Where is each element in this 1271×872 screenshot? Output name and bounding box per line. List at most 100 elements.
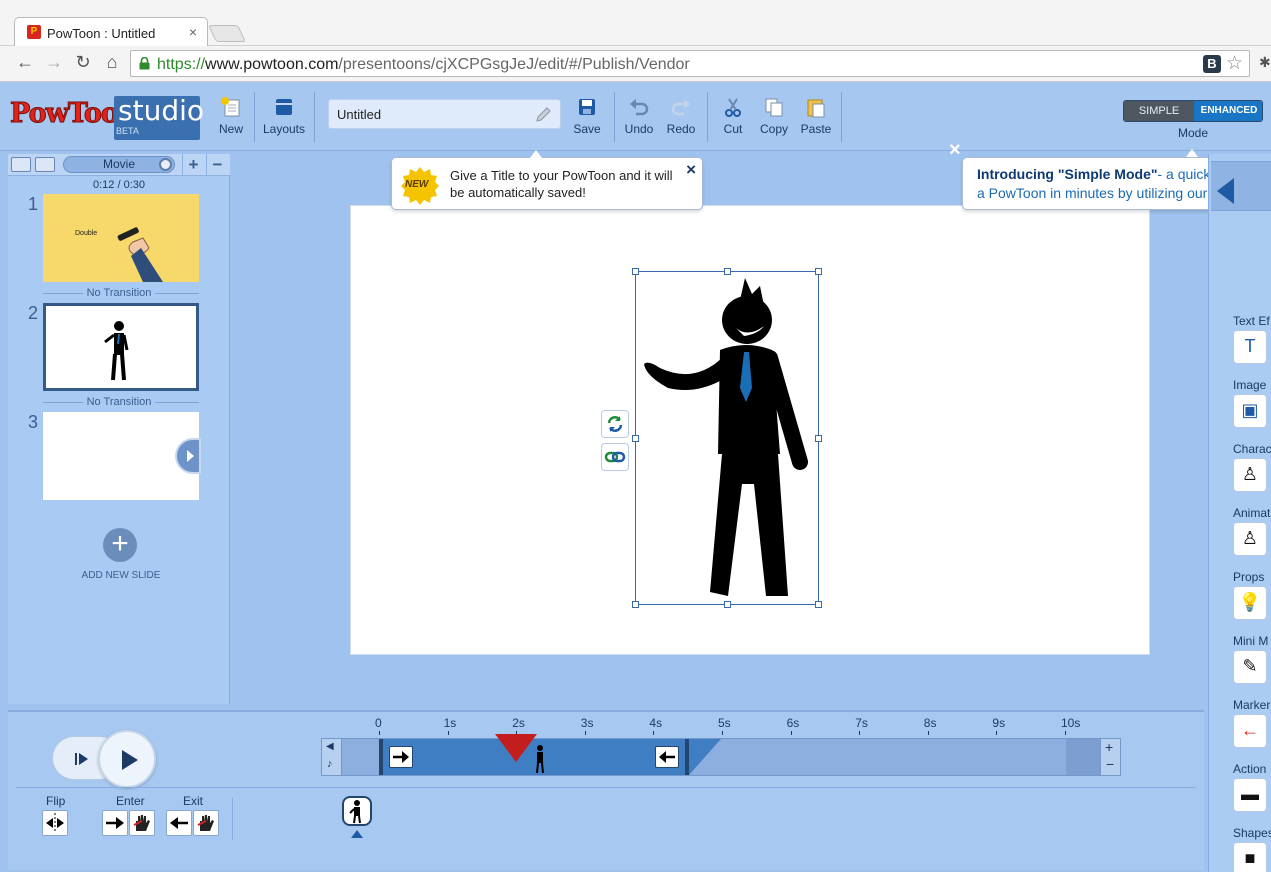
- timeline-tick-label: 6s: [786, 716, 800, 730]
- powtoon-title-field[interactable]: Untitled: [328, 99, 561, 129]
- enter-marker-button[interactable]: [389, 746, 413, 768]
- mini-movies-category-button[interactable]: ✎: [1233, 650, 1267, 684]
- timeline-tick: [447, 731, 449, 735]
- expand-right-icon: [187, 450, 194, 462]
- characters-category-button[interactable]: ♙: [1233, 458, 1267, 492]
- actions-category-button[interactable]: ▬: [1233, 778, 1267, 812]
- resize-handle[interactable]: [815, 435, 822, 442]
- slide-transition-1[interactable]: No Transition: [8, 287, 230, 299]
- enter-hand-button[interactable]: [129, 810, 155, 836]
- tab-close-icon[interactable]: ×: [189, 24, 197, 40]
- slide-thumbnail-1[interactable]: Double: [43, 194, 199, 282]
- businessman-character-icon: [104, 321, 129, 381]
- undo-button[interactable]: Undo: [622, 96, 656, 136]
- cut-button[interactable]: Cut: [718, 96, 748, 136]
- close-simple-mode-tip-icon[interactable]: ×: [949, 139, 961, 162]
- exit-marker-button[interactable]: [655, 746, 679, 768]
- movie-toggle[interactable]: Movie: [63, 156, 175, 173]
- swap-object-button[interactable]: [601, 410, 629, 438]
- library-category-label: Text Ef: [1233, 314, 1270, 328]
- props-icon: 💡: [1238, 592, 1262, 612]
- view-single-icon[interactable]: [11, 157, 31, 172]
- timeline-tick: [927, 731, 929, 735]
- arrow-right-icon: [106, 817, 124, 829]
- mode-simple-button[interactable]: SIMPLE: [1124, 101, 1194, 121]
- play-button[interactable]: [98, 730, 156, 788]
- timeline-tick-label: 2s: [512, 716, 525, 730]
- copy-button[interactable]: Copy: [758, 96, 790, 136]
- add-slide-label[interactable]: ADD NEW SLIDE: [8, 570, 234, 581]
- flip-button[interactable]: [42, 810, 68, 836]
- undo-icon: [630, 99, 649, 116]
- exit-hand-button[interactable]: [193, 810, 219, 836]
- playhead-marker[interactable]: [495, 734, 537, 762]
- resize-handle[interactable]: [632, 435, 639, 442]
- characters-icon: ♙: [1241, 464, 1259, 484]
- collapse-left-icon[interactable]: [1217, 178, 1234, 204]
- clip-fade: [689, 739, 721, 775]
- resize-handle[interactable]: [724, 268, 731, 275]
- resize-handle[interactable]: [632, 268, 639, 275]
- layouts-button[interactable]: Layouts: [262, 96, 306, 136]
- markers-category-button[interactable]: ←: [1233, 714, 1267, 748]
- reload-icon[interactable]: ↻: [72, 52, 94, 73]
- slide-thumbnail-2-selected[interactable]: [43, 303, 199, 391]
- slide-options-toggle[interactable]: [175, 438, 201, 474]
- animated-category-button[interactable]: ♙: [1233, 522, 1267, 556]
- volume-icon[interactable]: ◀: [326, 741, 334, 752]
- link-object-button[interactable]: [601, 443, 629, 471]
- exit-effect-button[interactable]: [166, 810, 192, 836]
- images-icon: ▣: [1241, 400, 1259, 420]
- timeline-zoom-in-button[interactable]: +: [1105, 739, 1113, 755]
- back-icon[interactable]: ←: [14, 52, 36, 73]
- arrow-left-icon: [659, 751, 675, 763]
- resize-handle[interactable]: [815, 268, 822, 275]
- new-button[interactable]: New: [215, 96, 247, 136]
- close-tip-icon[interactable]: ×: [686, 160, 696, 180]
- powtoon-app: PowToon studio BETA New Layouts Untitled…: [0, 82, 1271, 872]
- enter-effect-button[interactable]: [102, 810, 128, 836]
- save-button[interactable]: Save: [572, 96, 602, 136]
- new-tab-button[interactable]: [208, 25, 246, 42]
- text-effects-category-button[interactable]: T: [1233, 330, 1267, 364]
- music-note-icon[interactable]: ♪: [327, 758, 333, 770]
- library-panel-header: [1211, 161, 1271, 211]
- extension-icon[interactable]: ✱: [1259, 54, 1271, 72]
- address-bar[interactable]: https://www.powtoon.com/presentoons/cjXC…: [130, 50, 1250, 77]
- add-slide-button[interactable]: +: [103, 528, 137, 562]
- timeline-end-region: [1066, 739, 1101, 775]
- redo-button[interactable]: Redo: [664, 96, 698, 136]
- hand-icon: [197, 815, 214, 831]
- pencil-icon[interactable]: [534, 106, 552, 124]
- url-text: https://www.powtoon.com/presentoons/cjXC…: [157, 56, 690, 73]
- props-category-button[interactable]: 💡: [1233, 586, 1267, 620]
- library-category-label: Image: [1233, 378, 1267, 392]
- timeline-zoom-out-button[interactable]: −: [1106, 756, 1114, 772]
- bookmark-star-icon[interactable]: ☆: [1226, 52, 1243, 75]
- slide-transition-2[interactable]: No Transition: [8, 396, 230, 408]
- timeline-object-thumbnail[interactable]: [342, 796, 372, 826]
- slide-thumbnail-3[interactable]: [43, 412, 201, 500]
- shapes-category-button[interactable]: ■: [1233, 842, 1267, 872]
- extension-b-icon[interactable]: B: [1203, 55, 1221, 73]
- forward-icon[interactable]: →: [43, 52, 65, 73]
- paste-button[interactable]: Paste: [800, 96, 832, 136]
- powtoon-favicon-icon: P: [27, 25, 41, 39]
- browser-tab[interactable]: P PowToon : Untitled ×: [14, 17, 208, 47]
- images-category-button[interactable]: ▣: [1233, 394, 1267, 428]
- shapes-icon: ■: [1244, 848, 1256, 868]
- flip-label: Flip: [46, 794, 66, 808]
- zoom-out-button[interactable]: −: [206, 154, 228, 176]
- powtoon-studio-logo: PowToon studio BETA: [9, 94, 204, 142]
- copy-icon: [765, 98, 783, 117]
- mode-toggle[interactable]: SIMPLE ENHANCED: [1123, 100, 1263, 122]
- resize-handle[interactable]: [632, 601, 639, 608]
- home-icon[interactable]: ⌂: [101, 52, 123, 73]
- timeline-track[interactable]: ◀ ♪ + −: [321, 738, 1121, 776]
- view-multi-icon[interactable]: [35, 157, 55, 172]
- toggle-knob-icon: [159, 158, 172, 171]
- mode-enhanced-button[interactable]: ENHANCED: [1194, 101, 1262, 121]
- resize-handle[interactable]: [815, 601, 822, 608]
- resize-handle[interactable]: [724, 601, 731, 608]
- zoom-in-button[interactable]: +: [182, 154, 204, 176]
